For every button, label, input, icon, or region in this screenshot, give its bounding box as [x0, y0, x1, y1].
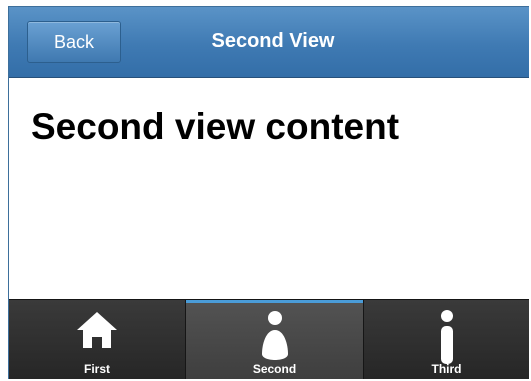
tab-second[interactable]: Second [186, 300, 364, 379]
active-tab-indicator [186, 300, 363, 303]
back-button[interactable]: Back [27, 21, 121, 63]
tab-first-label: First [83, 362, 110, 376]
app-frame: Back Second View Second view content Fir… [8, 6, 529, 379]
tab-third[interactable]: Third [364, 300, 529, 379]
tab-second-label: Second [252, 362, 297, 376]
tab-first[interactable]: First [9, 300, 186, 379]
content-heading: Second view content [31, 106, 400, 147]
tab-bar: First Second Third [9, 299, 529, 379]
tab-third-label: Third [431, 362, 462, 376]
info-icon [437, 310, 457, 369]
content-area: Second view content [9, 78, 529, 298]
person-icon [260, 310, 290, 369]
page-title: Second View [211, 30, 335, 52]
header-bar: Back Second View [9, 7, 529, 78]
home-icon [75, 310, 119, 355]
